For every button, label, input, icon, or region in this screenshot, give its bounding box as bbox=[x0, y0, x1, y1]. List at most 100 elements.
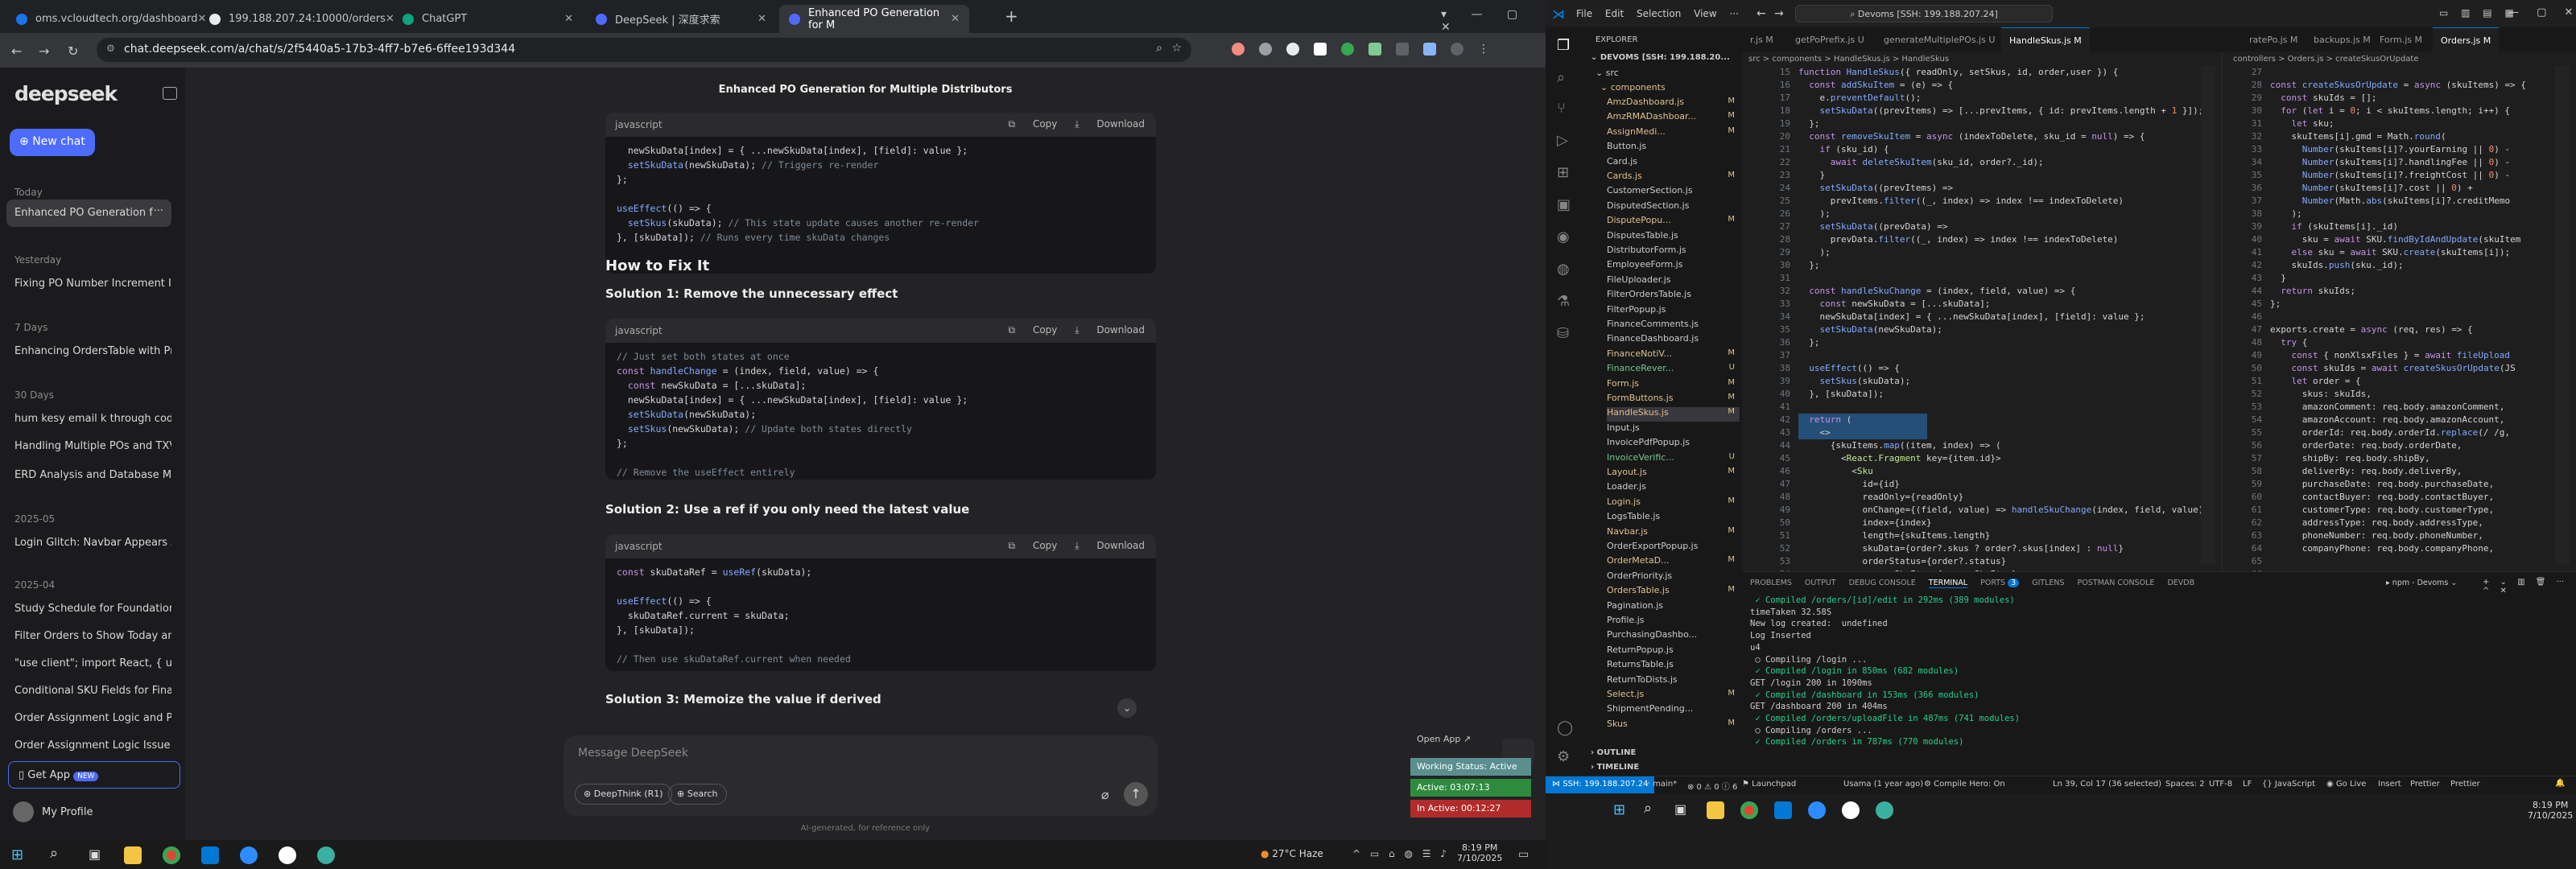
file-item[interactable]: FinanceDashboard.js bbox=[1607, 333, 1740, 348]
file-item[interactable]: DisputesTable.js bbox=[1607, 230, 1740, 245]
get-app-button[interactable]: ▯ Get App NEW bbox=[8, 761, 180, 789]
menu-more[interactable]: ··· bbox=[1729, 8, 1738, 19]
editor-tab[interactable]: r.js M bbox=[1742, 27, 1781, 51]
zoom-icon[interactable] bbox=[240, 846, 258, 864]
breadcrumb[interactable]: controllers > Orders.js > createSkusOrUp… bbox=[2233, 55, 2419, 64]
extension-icon[interactable] bbox=[1314, 43, 1327, 56]
file-item[interactable]: Input.js bbox=[1607, 422, 1740, 437]
file-item[interactable]: OrderPriority.js bbox=[1607, 570, 1740, 585]
menu-edit[interactable]: Edit bbox=[1605, 8, 1624, 19]
file-item[interactable]: FilterOrdersTable.js bbox=[1607, 289, 1740, 303]
extension-icon[interactable] bbox=[1259, 43, 1272, 56]
file-item[interactable]: AmzDashboard.js M bbox=[1607, 97, 1740, 111]
file-item[interactable]: FinanceRever... U bbox=[1607, 363, 1740, 377]
download-button[interactable]: ⤓ Download bbox=[1075, 324, 1145, 336]
editor-tab[interactable]: backups.js M bbox=[2306, 27, 2379, 51]
file-item[interactable]: Profile.js bbox=[1607, 615, 1740, 629]
deepthink-button[interactable]: ⊛ DeepThink (R1) bbox=[575, 784, 672, 805]
browser-tab-3[interactable]: ChatGPT ✕ bbox=[393, 5, 583, 33]
search-icon[interactable]: ⌕ bbox=[50, 845, 58, 862]
start-icon[interactable]: ⊞ bbox=[1613, 801, 1625, 818]
nav-back-icon[interactable]: ← bbox=[1757, 7, 1766, 20]
puzzle-icon[interactable] bbox=[1423, 43, 1436, 56]
editor-tab-active[interactable]: HandleSkus.js M bbox=[2001, 27, 2090, 51]
file-item[interactable]: FormButtons.js M bbox=[1607, 393, 1740, 407]
editor-tab[interactable]: generateMultiplePOs.js U bbox=[1876, 27, 2004, 51]
profile-avatar-icon[interactable] bbox=[1451, 43, 1463, 56]
code-editor-left[interactable]: function HandleSkus({ readOnly, setSkus,… bbox=[1798, 66, 2209, 581]
minimap[interactable] bbox=[2555, 66, 2570, 565]
zoom-icon[interactable]: ⌕ bbox=[1156, 42, 1162, 55]
copy-button[interactable]: ⧉ Copy bbox=[1009, 540, 1058, 551]
message-input[interactable]: Message DeepSeek bbox=[578, 747, 688, 760]
nav-forward-icon[interactable]: → bbox=[1774, 7, 1784, 20]
file-item[interactable]: InvoicePdfPopup.js bbox=[1607, 437, 1740, 451]
encoding[interactable]: UTF-8 bbox=[2209, 780, 2232, 789]
editor-tab[interactable]: Form.js M bbox=[2372, 27, 2430, 51]
file-item[interactable]: Cards.js M bbox=[1607, 171, 1740, 185]
extension-icon[interactable] bbox=[1341, 43, 1354, 56]
launchpad[interactable]: ⚑ Launchpad bbox=[1742, 780, 1796, 789]
settings-gear-icon[interactable]: ⚙ bbox=[1557, 748, 1570, 765]
chrome-icon[interactable] bbox=[163, 846, 180, 864]
file-item[interactable]: Button.js bbox=[1607, 141, 1740, 155]
workspace-root[interactable]: ⌄ DEVOMS [SSH: 199.188.20... bbox=[1591, 53, 1730, 62]
task-view-icon[interactable]: ▣ bbox=[89, 846, 101, 862]
editor-tab[interactable]: getPoPrefix.js U bbox=[1787, 27, 1872, 51]
close-icon[interactable]: ✕ bbox=[758, 13, 766, 25]
extension-icon[interactable] bbox=[1286, 43, 1299, 56]
panel-tab-ports[interactable]: PORTS 3 bbox=[1980, 579, 2020, 588]
notifications-bell-icon[interactable]: 🔔 bbox=[2555, 779, 2565, 788]
file-item[interactable]: FilterPopup.js bbox=[1607, 304, 1740, 319]
editor-tab-active[interactable]: Orders.js M bbox=[2433, 27, 2500, 51]
prettier[interactable]: Prettier bbox=[2450, 780, 2480, 789]
file-item[interactable]: EmployeeForm.js bbox=[1607, 259, 1740, 274]
vscode-icon[interactable] bbox=[1774, 801, 1792, 819]
app-icon[interactable] bbox=[279, 846, 296, 864]
copy-button[interactable]: ⧉ Copy bbox=[1009, 324, 1058, 336]
panel-tab-problems[interactable]: PROBLEMS bbox=[1750, 579, 1792, 588]
insert-mode[interactable]: Insert bbox=[2378, 780, 2401, 789]
download-button[interactable]: ⤓ Download bbox=[1075, 118, 1145, 130]
chat-history-item[interactable]: Enhanced PO Generation f ··· bbox=[6, 200, 171, 227]
file-explorer-icon[interactable] bbox=[124, 846, 142, 864]
extension-icon[interactable] bbox=[1232, 43, 1245, 56]
collapse-sidebar-icon[interactable] bbox=[163, 87, 177, 100]
browser-tab-1[interactable]: oms.vcloudtech.org/dashboard ✕ bbox=[6, 5, 206, 33]
file-item[interactable]: DisputePopu... M bbox=[1607, 215, 1740, 229]
panel-tab-postman[interactable]: POSTMAN CONSOLE bbox=[2078, 579, 2155, 588]
forward-icon[interactable]: → bbox=[39, 43, 49, 59]
file-item[interactable]: ShipmentPending... bbox=[1607, 703, 1740, 718]
new-tab-icon[interactable]: + bbox=[1005, 6, 1018, 26]
chat-history-item[interactable]: Login Glitch: Navbar Appears Af bbox=[6, 529, 171, 557]
panel-tab-debug-console[interactable]: DEBUG CONSOLE bbox=[1849, 579, 1916, 588]
app-icon[interactable] bbox=[317, 846, 335, 864]
new-chat-button[interactable]: ⊕ New chat bbox=[10, 129, 95, 156]
go-live[interactable]: ◉ Go Live bbox=[2326, 780, 2366, 789]
postman-icon[interactable]: ◍ bbox=[1557, 261, 1570, 278]
chat-history-item[interactable]: Order Assignment Logic Issue w bbox=[6, 732, 171, 760]
file-item[interactable]: InvoiceVerific... U bbox=[1607, 452, 1740, 467]
file-item[interactable]: FileUploader.js bbox=[1607, 274, 1740, 289]
database-icon[interactable]: ⛁ bbox=[1557, 325, 1569, 342]
file-item[interactable]: ReturnsTable.js bbox=[1607, 659, 1740, 673]
file-item[interactable]: OrderMetaD... M bbox=[1607, 555, 1740, 570]
panel-tab-gitlens[interactable]: GITLENS bbox=[2032, 579, 2064, 588]
line-ending[interactable]: LF bbox=[2243, 780, 2252, 789]
file-item[interactable]: Navbar.js M bbox=[1607, 526, 1740, 541]
window-controls[interactable]: ▾ — ▢ ✕ bbox=[1441, 8, 1546, 34]
panel-tab-terminal[interactable]: TERMINAL bbox=[1928, 579, 1968, 588]
chat-history-item[interactable]: Filter Orders to Show Today and bbox=[6, 623, 171, 650]
scroll-down-icon[interactable]: ⌄ bbox=[1117, 698, 1137, 718]
notification-icon[interactable]: ▭ bbox=[1518, 848, 1529, 861]
file-item[interactable]: FinanceComments.js bbox=[1607, 319, 1740, 333]
search-icon[interactable]: ⌕ bbox=[1644, 800, 1652, 817]
close-icon[interactable]: ✕ bbox=[564, 13, 573, 25]
terminal-selector[interactable]: ▸ npm - Devoms ⌄ bbox=[2386, 579, 2457, 587]
remote-explorer-icon[interactable]: ▣ bbox=[1557, 196, 1571, 213]
account-icon[interactable]: ◯ bbox=[1557, 719, 1573, 736]
weather-widget[interactable]: ● 27°C Haze bbox=[1261, 848, 1323, 859]
file-item[interactable]: LogsTable.js bbox=[1607, 511, 1740, 525]
menu-file[interactable]: File bbox=[1576, 8, 1592, 19]
file-item[interactable]: Loader.js bbox=[1607, 481, 1740, 496]
